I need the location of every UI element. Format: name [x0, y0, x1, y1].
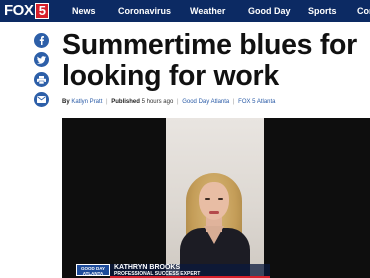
guest-eye-left: [205, 198, 210, 200]
byline-by-label: By: [62, 99, 70, 105]
email-share-button[interactable]: [34, 92, 49, 107]
logo-channel-number: 5: [35, 2, 50, 19]
print-icon: [37, 75, 46, 84]
byline-station-link[interactable]: FOX 5 Atlanta: [238, 99, 275, 105]
guest-eye-right: [218, 198, 223, 200]
nav-item-weather[interactable]: Weather: [190, 0, 225, 22]
byline-divider: |: [232, 99, 235, 105]
top-navigation-bar: FOX 5 News Coronavirus Weather Good Day …: [0, 0, 370, 22]
article-headline-line-1: Summertime blues for: [62, 29, 357, 61]
video-player[interactable]: GOOD DAY ATLANTA KATHRYN BROOKS PROFESSI…: [62, 118, 370, 278]
article-byline: By Katlyn Pratt | Published 5 hours ago …: [62, 97, 276, 107]
facebook-icon: [39, 36, 44, 45]
article-headline-line-2: looking for work: [62, 60, 279, 92]
byline-published-label: Published: [111, 99, 140, 105]
facebook-share-button[interactable]: [34, 33, 49, 48]
nav-item-truncated[interactable]: Cor: [357, 0, 370, 22]
byline-section-link[interactable]: Good Day Atlanta: [182, 99, 229, 105]
byline-divider: |: [106, 99, 108, 105]
fox5-logo[interactable]: FOX 5: [4, 2, 50, 19]
email-icon: [37, 96, 46, 103]
guest-mouth: [209, 211, 219, 214]
nav-item-good-day[interactable]: Good Day: [248, 0, 291, 22]
guest-face: [199, 182, 229, 220]
twitter-share-button[interactable]: [34, 52, 49, 67]
nav-item-news[interactable]: News: [72, 0, 96, 22]
byline-author-link[interactable]: Katlyn Pratt: [71, 99, 102, 105]
show-tag-line-2: ATLANTA: [82, 271, 104, 276]
nav-item-coronavirus[interactable]: Coronavirus: [118, 0, 171, 22]
video-frame-guest: [166, 118, 264, 278]
twitter-icon: [37, 55, 46, 64]
show-tag-badge: GOOD DAY ATLANTA: [76, 264, 110, 276]
byline-published-time: 5 hours ago: [141, 99, 174, 105]
nav-item-sports[interactable]: Sports: [308, 0, 337, 22]
print-share-button[interactable]: [34, 72, 49, 87]
guest-neckline: [204, 226, 224, 244]
byline-divider: |: [176, 99, 179, 105]
logo-brand-text: FOX: [4, 2, 34, 19]
